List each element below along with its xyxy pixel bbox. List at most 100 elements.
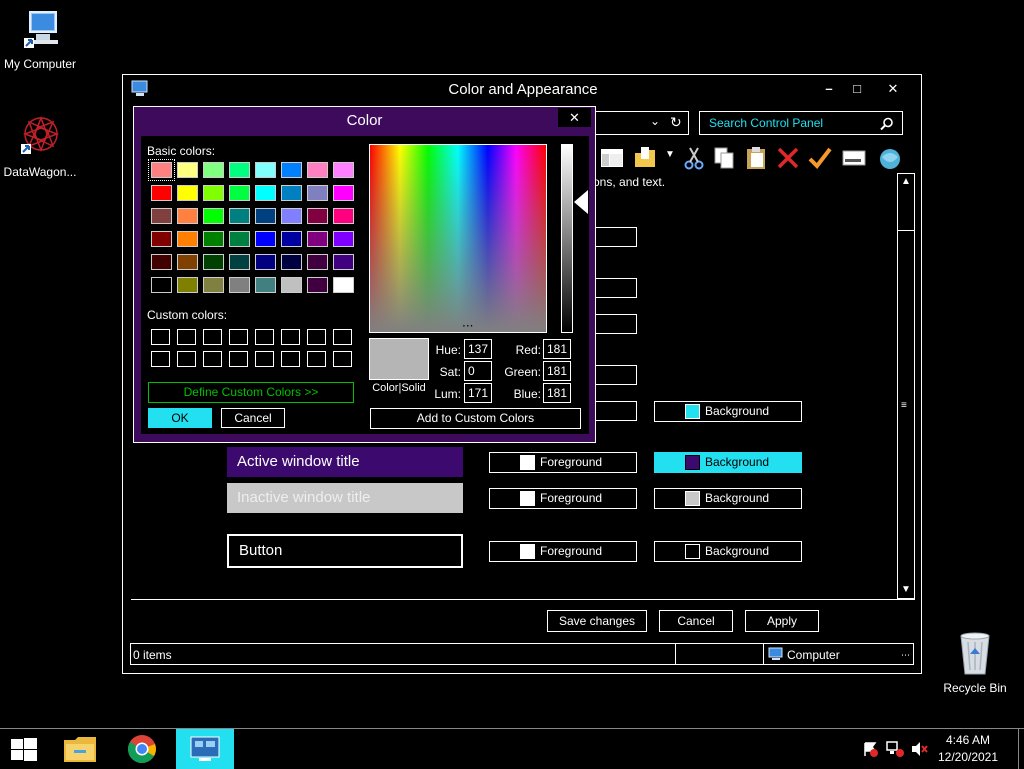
basic-color-swatch[interactable]: [177, 185, 198, 201]
green-field[interactable]: 181: [543, 361, 571, 381]
basic-color-swatch[interactable]: [333, 208, 354, 224]
basic-color-swatch[interactable]: [281, 277, 302, 293]
luminance-slider[interactable]: [561, 144, 573, 333]
custom-color-swatch[interactable]: [333, 351, 352, 367]
basic-color-swatch[interactable]: [151, 185, 172, 201]
custom-color-swatch[interactable]: [229, 351, 248, 367]
custom-color-swatch[interactable]: [229, 329, 248, 345]
checkmark-icon[interactable]: [807, 145, 833, 171]
basic-color-swatch[interactable]: [307, 185, 328, 201]
custom-color-swatch[interactable]: [281, 351, 300, 367]
basic-color-swatch[interactable]: [255, 162, 276, 178]
button-preview[interactable]: Button: [227, 534, 463, 568]
hue-field[interactable]: 137: [464, 339, 492, 359]
resize-grip-icon[interactable]: ⋯: [901, 650, 910, 661]
globe-icon[interactable]: [877, 145, 903, 171]
basic-color-swatch[interactable]: [203, 208, 224, 224]
scroll-grip-icon[interactable]: ≡: [901, 400, 911, 411]
basic-color-swatch[interactable]: [177, 162, 198, 178]
scroll-down-icon[interactable]: ▼: [898, 582, 914, 598]
basic-color-swatch[interactable]: [148, 159, 175, 181]
basic-color-swatch[interactable]: [255, 208, 276, 224]
search-input[interactable]: Search Control Panel: [709, 116, 823, 130]
basic-color-swatch[interactable]: [151, 277, 172, 293]
desktop-icon-recycle-bin[interactable]: Recycle Bin: [935, 630, 1015, 695]
delete-icon[interactable]: [775, 145, 801, 171]
clock-time[interactable]: 4:46 AM: [936, 733, 1000, 747]
refresh-icon[interactable]: ↻: [670, 114, 682, 131]
basic-color-swatch[interactable]: [203, 185, 224, 201]
active-title-preview[interactable]: Active window title: [227, 447, 463, 477]
basic-color-swatch[interactable]: [307, 162, 328, 178]
basic-color-swatch[interactable]: [255, 254, 276, 270]
action-center-flag-icon[interactable]: [862, 741, 878, 757]
custom-color-swatch[interactable]: [281, 329, 300, 345]
properties-icon[interactable]: [841, 145, 867, 171]
chevron-down-icon[interactable]: ⌄: [650, 114, 660, 128]
basic-color-swatch[interactable]: [151, 208, 172, 224]
element-box[interactable]: [595, 278, 637, 298]
basic-color-swatch[interactable]: [307, 277, 328, 293]
basic-color-swatch[interactable]: [229, 162, 250, 178]
minimize-button[interactable]: –: [815, 78, 843, 100]
custom-color-swatch[interactable]: [177, 351, 196, 367]
background-color-button[interactable]: Background: [654, 401, 802, 422]
chrome-icon[interactable]: [127, 734, 157, 764]
basic-color-swatch[interactable]: [229, 208, 250, 224]
basic-color-swatch[interactable]: [281, 185, 302, 201]
basic-color-swatch[interactable]: [333, 185, 354, 201]
desktop-icon-datawagon[interactable]: DataWagon...: [0, 112, 80, 179]
basic-color-swatch[interactable]: [203, 277, 224, 293]
blue-field[interactable]: 181: [543, 383, 571, 403]
desktop-icon-my-computer[interactable]: My Computer: [0, 8, 80, 71]
basic-color-swatch[interactable]: [229, 254, 250, 270]
custom-color-swatch[interactable]: [255, 351, 274, 367]
element-box[interactable]: [595, 227, 637, 247]
basic-color-swatch[interactable]: [229, 185, 250, 201]
custom-color-swatch[interactable]: [203, 351, 222, 367]
maximize-button[interactable]: □: [843, 78, 871, 100]
sat-field[interactable]: 0: [464, 361, 492, 381]
cancel-button[interactable]: Cancel: [659, 610, 733, 632]
lum-field[interactable]: 171: [464, 383, 492, 403]
taskbar-control-panel-button[interactable]: [176, 729, 234, 769]
element-box[interactable]: [595, 365, 637, 385]
volume-muted-icon[interactable]: [910, 741, 928, 757]
custom-color-swatch[interactable]: [307, 329, 326, 345]
basic-color-swatch[interactable]: [281, 231, 302, 247]
basic-color-swatch[interactable]: [333, 231, 354, 247]
basic-color-swatch[interactable]: [203, 231, 224, 247]
basic-color-swatch[interactable]: [229, 277, 250, 293]
ok-button[interactable]: OK: [148, 408, 212, 428]
button-background-button[interactable]: Background: [654, 541, 802, 562]
search-box[interactable]: Search Control Panel: [699, 111, 903, 135]
search-icon[interactable]: [880, 117, 894, 131]
basic-color-swatch[interactable]: [203, 162, 224, 178]
show-desktop-button[interactable]: [1018, 729, 1019, 769]
basic-color-swatch[interactable]: [203, 254, 224, 270]
paste-icon[interactable]: [743, 145, 769, 171]
basic-color-swatch[interactable]: [229, 231, 250, 247]
basic-color-swatch[interactable]: [307, 231, 328, 247]
network-icon[interactable]: [886, 741, 904, 757]
dialog-cancel-button[interactable]: Cancel: [221, 408, 285, 428]
basic-color-swatch[interactable]: [281, 162, 302, 178]
scroll-up-icon[interactable]: ▲: [898, 174, 914, 190]
custom-color-swatch[interactable]: [177, 329, 196, 345]
dropdown-arrow-icon[interactable]: ▼: [665, 149, 675, 160]
folder-options-icon[interactable]: [633, 145, 659, 171]
basic-color-swatch[interactable]: [255, 185, 276, 201]
basic-color-swatch[interactable]: [307, 208, 328, 224]
apply-button[interactable]: Apply: [745, 610, 819, 632]
basic-color-swatch[interactable]: [177, 208, 198, 224]
custom-color-swatch[interactable]: [333, 329, 352, 345]
basic-color-swatch[interactable]: [255, 277, 276, 293]
custom-color-swatch[interactable]: [151, 351, 170, 367]
basic-color-swatch[interactable]: [333, 254, 354, 270]
file-explorer-icon[interactable]: [62, 734, 98, 764]
active-background-button[interactable]: Background: [654, 452, 802, 473]
element-box[interactable]: [595, 401, 637, 421]
add-to-custom-colors-button[interactable]: Add to Custom Colors: [370, 408, 581, 429]
inactive-title-preview[interactable]: Inactive window title: [227, 483, 463, 513]
basic-color-swatch[interactable]: [333, 162, 354, 178]
